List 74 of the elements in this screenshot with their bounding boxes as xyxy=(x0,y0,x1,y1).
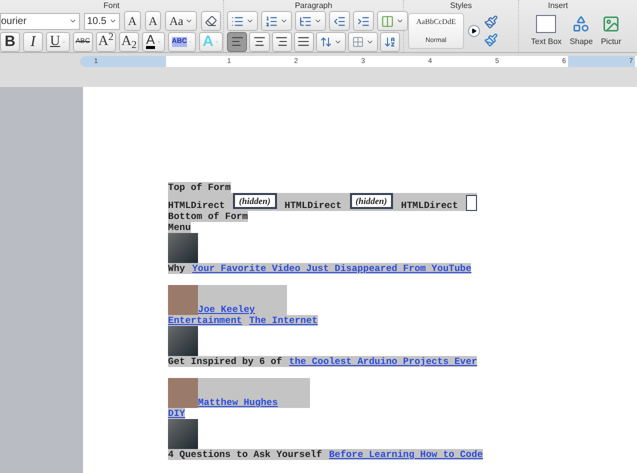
play-icon xyxy=(471,28,477,34)
grid-icon xyxy=(352,36,364,48)
align-button[interactable] xyxy=(272,32,292,52)
sort-button[interactable] xyxy=(380,32,400,52)
thumbnail-placeholder xyxy=(168,326,198,356)
group-label: Styles xyxy=(449,0,473,11)
shape-button[interactable]: Shape xyxy=(570,15,593,48)
line-spacing-icon xyxy=(320,36,332,48)
thumbnail-placeholder xyxy=(168,233,198,263)
group-label: Insert xyxy=(546,0,569,11)
grow-font-button[interactable]: A xyxy=(124,11,141,32)
columns-icon xyxy=(381,14,394,28)
hidden-field[interactable]: (hidden) xyxy=(233,193,277,209)
clear-formatting-button[interactable] xyxy=(201,11,222,32)
checkbox[interactable] xyxy=(466,195,478,211)
font-name-field[interactable]: ourier xyxy=(0,12,80,30)
picture-icon xyxy=(601,15,622,33)
thumbnail-placeholder xyxy=(168,419,198,449)
category-link[interactable]: DIY xyxy=(168,408,186,419)
category-link[interactable]: The Internet xyxy=(249,315,318,326)
shrink-font-button[interactable]: A xyxy=(144,11,162,32)
sub-button[interactable]: A$_{2}$ xyxy=(118,32,140,52)
form-label: HTMLDirect xyxy=(401,200,458,211)
increase-indent-icon xyxy=(357,14,370,28)
author-link[interactable]: Matthew Hughes xyxy=(198,397,308,408)
article-link[interactable]: the Coolest Arduino Projects Ever xyxy=(289,356,478,367)
color-button[interactable]: A xyxy=(142,32,165,52)
document-text: 4 Questions to Ask Yourself xyxy=(168,449,329,460)
avatar-placeholder xyxy=(168,285,198,315)
align-button[interactable] xyxy=(294,32,314,52)
decrease-indent-icon xyxy=(333,14,346,28)
line-spacing-button[interactable] xyxy=(316,32,346,52)
article-link[interactable]: Your Favorite Video Just Disappeared From YouTube xyxy=(192,263,472,274)
group-label: Paragraph xyxy=(294,0,334,11)
form-label: HTMLDirect xyxy=(284,200,342,211)
form-label: HTMLDirect xyxy=(168,200,226,211)
align-button[interactable] xyxy=(249,32,270,52)
category-link[interactable]: Entertainment xyxy=(168,315,242,326)
document-text: Top of Form xyxy=(168,182,231,193)
numbered-list-icon xyxy=(265,14,278,28)
align-icon xyxy=(297,35,310,48)
document-text: Bottom of Form xyxy=(168,211,248,222)
eraser-icon xyxy=(205,15,218,28)
bullets-button[interactable] xyxy=(227,11,258,32)
decrease-indent-button[interactable] xyxy=(329,11,350,32)
more-styles-button[interactable] xyxy=(468,25,480,37)
document-text: Menu xyxy=(168,222,191,233)
font-size-field[interactable]: 10.5 xyxy=(84,12,120,30)
picture-button[interactable]: Pictur xyxy=(600,15,622,48)
multilevel-list-button[interactable] xyxy=(295,11,326,32)
increase-indent-button[interactable] xyxy=(353,11,374,32)
multilevel-list-icon xyxy=(299,14,312,28)
numbering-button[interactable] xyxy=(261,11,292,32)
bullet-list-icon xyxy=(231,14,244,28)
change-case-button[interactable]: Aa xyxy=(165,11,198,32)
author-link[interactable]: Joe Keeley xyxy=(198,304,286,315)
avatar-placeholder xyxy=(168,378,198,408)
textbox-button[interactable]: Text Box xyxy=(531,15,562,48)
document-text: Get Inspired by 6 of xyxy=(168,356,290,367)
italic-button[interactable]: I xyxy=(23,32,43,52)
sort-icon xyxy=(384,36,396,48)
hidden-field[interactable]: (hidden) xyxy=(350,193,394,209)
text-box-icon xyxy=(536,15,556,33)
align-button[interactable] xyxy=(227,32,248,52)
document-text: Why xyxy=(168,263,192,274)
group-label: Font xyxy=(102,0,120,11)
shapes-icon xyxy=(571,15,592,33)
align-icon xyxy=(275,35,288,48)
align-icon xyxy=(252,35,266,48)
article-link[interactable]: Before Learning How to Code xyxy=(328,449,483,460)
bold-button[interactable]: B xyxy=(0,32,20,52)
super-button[interactable]: A$^{2}$ xyxy=(96,32,116,52)
align-icon xyxy=(230,35,244,48)
underline-button[interactable]: U xyxy=(46,32,70,52)
